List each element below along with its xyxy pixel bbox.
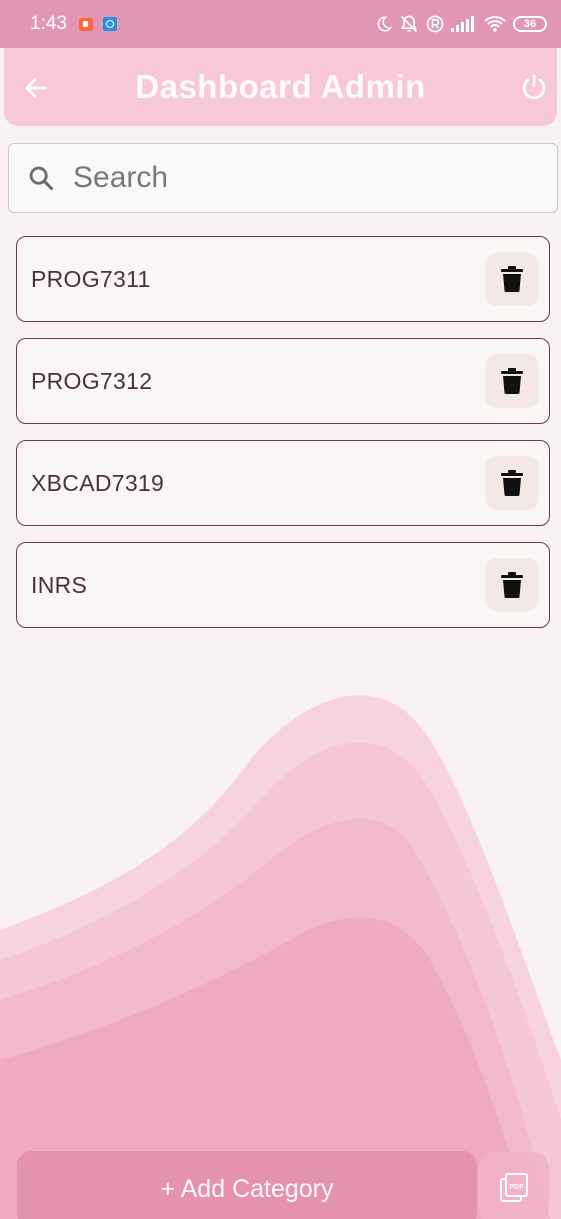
moon-icon — [377, 16, 393, 32]
search-icon — [29, 166, 54, 191]
trash-icon — [501, 368, 523, 394]
signal-icon — [451, 16, 474, 32]
list-item[interactable]: PROG7311 — [16, 236, 550, 322]
delete-button[interactable] — [485, 252, 539, 306]
category-label: XBCAD7319 — [31, 469, 165, 496]
add-category-button[interactable]: + Add Category — [17, 1151, 477, 1219]
trash-icon — [501, 266, 523, 292]
page-title: Dashboard Admin — [135, 68, 426, 105]
recorder-app-icon — [78, 17, 93, 31]
category-list: PROG7311 PROG7312 XBCAD7319 INRS — [16, 236, 550, 644]
list-item[interactable]: INRS — [16, 542, 550, 628]
bell-off-icon — [400, 15, 418, 33]
status-icons: 36 — [375, 14, 547, 34]
arrow-left-icon[interactable] — [22, 74, 50, 102]
pdf-label: PDF — [510, 1184, 525, 1191]
category-label: PROG7312 — [31, 367, 153, 394]
delete-button[interactable] — [485, 354, 539, 408]
list-item[interactable]: PROG7312 — [16, 338, 550, 424]
delete-button[interactable] — [485, 456, 539, 510]
status-time: 1:43 — [30, 13, 67, 34]
search-input[interactable] — [73, 161, 513, 195]
wifi-icon — [484, 16, 506, 32]
search-bar[interactable] — [8, 143, 558, 213]
category-label: INRS — [31, 571, 88, 598]
trash-icon — [501, 572, 523, 598]
delete-button[interactable] — [485, 558, 539, 612]
category-label: PROG7311 — [31, 265, 151, 292]
status-bar: 1:43 36 — [0, 0, 561, 48]
pdf-button[interactable]: PDF — [479, 1152, 549, 1219]
app-icon — [102, 17, 117, 31]
battery-icon: 36 — [513, 16, 547, 32]
screen: 1:43 36 Dashboard Admin Search PROG7311 … — [0, 0, 561, 1219]
pdf-icon: PDF — [500, 1173, 528, 1202]
app-bar: Dashboard Admin — [4, 48, 557, 126]
trash-icon — [501, 470, 523, 496]
list-item[interactable]: XBCAD7319 — [16, 440, 550, 526]
registered-icon — [426, 15, 444, 33]
power-icon[interactable] — [519, 72, 549, 102]
